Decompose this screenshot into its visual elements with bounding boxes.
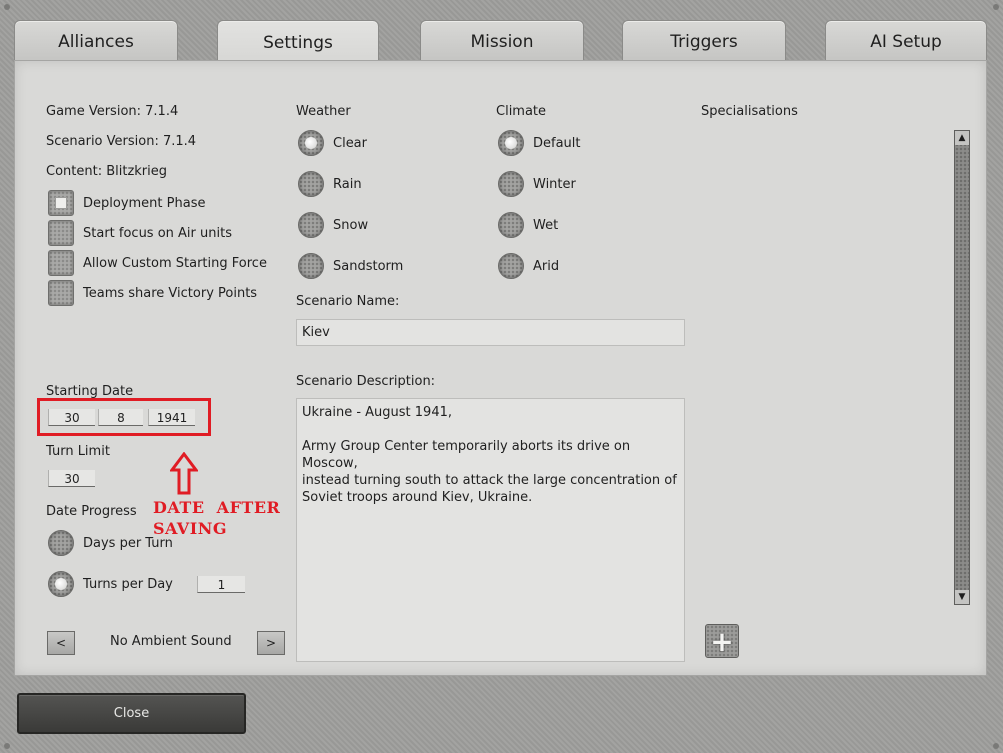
scenario-version-label: Scenario Version: 7.1.4 <box>46 134 197 149</box>
scenario-name-input[interactable]: Kiev <box>296 319 685 346</box>
tab-ai-setup[interactable]: AI Setup <box>825 20 987 63</box>
deployment-phase-label: Deployment Phase <box>83 196 206 211</box>
tab-alliances[interactable]: Alliances <box>14 20 178 63</box>
tab-triggers[interactable]: Triggers <box>622 20 786 63</box>
climate-winter-radio[interactable] <box>498 171 524 197</box>
turn-limit-field[interactable]: 30 <box>48 470 95 487</box>
up-arrow-icon <box>170 452 198 495</box>
content-label: Content: Blitzkrieg <box>46 164 168 179</box>
start-focus-air-checkbox[interactable] <box>48 220 74 246</box>
scroll-down-arrow-icon[interactable]: ▼ <box>955 590 969 604</box>
days-per-turn-radio[interactable] <box>48 530 74 556</box>
rivet <box>993 743 999 749</box>
add-specialisation-button[interactable]: + <box>705 624 739 658</box>
turns-per-day-field[interactable]: 1 <box>197 576 245 593</box>
rivet <box>993 4 999 10</box>
tab-settings[interactable]: Settings <box>217 20 379 65</box>
weather-rain-radio[interactable] <box>298 171 324 197</box>
radio-selected-dot <box>505 137 517 149</box>
scenario-name-label: Scenario Name: <box>296 294 400 309</box>
rivet <box>4 4 10 10</box>
ambient-next-button[interactable]: > <box>257 631 285 655</box>
scenario-description-textarea[interactable]: Ukraine - August 1941, Army Group Center… <box>296 398 685 662</box>
start-focus-air-label: Start focus on Air units <box>83 226 232 241</box>
weather-sandstorm-radio[interactable] <box>298 253 324 279</box>
specialisations-scrollbar[interactable]: ▲ ▼ <box>954 130 970 605</box>
weather-sandstorm-label: Sandstorm <box>333 259 404 274</box>
climate-arid-label: Arid <box>533 259 560 274</box>
weather-label: Weather <box>296 104 351 119</box>
climate-default-label: Default <box>533 136 581 151</box>
turns-per-day-label: Turns per Day <box>83 577 173 592</box>
climate-wet-label: Wet <box>533 218 559 233</box>
weather-snow-label: Snow <box>333 218 369 233</box>
climate-wet-radio[interactable] <box>498 212 524 238</box>
ambient-sound-label: No Ambient Sound <box>110 634 232 649</box>
plus-icon: + <box>710 624 734 658</box>
date-progress-label: Date Progress <box>46 504 137 519</box>
share-victory-points-checkbox[interactable] <box>48 280 74 306</box>
deployment-phase-checkbox[interactable] <box>48 190 74 216</box>
climate-default-radio[interactable] <box>498 130 524 156</box>
date-after-saving-annotation: DATE AFTER SAVING <box>153 498 281 538</box>
ambient-prev-button[interactable]: < <box>47 631 75 655</box>
share-victory-points-label: Teams share Victory Points <box>83 286 258 301</box>
close-button[interactable]: Close <box>17 693 246 734</box>
climate-label: Climate <box>496 104 547 119</box>
weather-snow-radio[interactable] <box>298 212 324 238</box>
weather-rain-label: Rain <box>333 177 362 192</box>
date-highlight-box <box>37 398 211 436</box>
days-per-turn-label: Days per Turn <box>83 536 173 551</box>
radio-selected-dot <box>305 137 317 149</box>
game-version-label: Game Version: 7.1.4 <box>46 104 179 119</box>
rivet <box>4 743 10 749</box>
custom-starting-force-checkbox[interactable] <box>48 250 74 276</box>
custom-starting-force-label: Allow Custom Starting Force <box>83 256 267 271</box>
turn-limit-label: Turn Limit <box>46 444 110 459</box>
specialisations-label: Specialisations <box>701 104 798 119</box>
starting-date-label: Starting Date <box>46 384 134 399</box>
tab-mission[interactable]: Mission <box>420 20 584 63</box>
weather-clear-label: Clear <box>333 136 367 151</box>
scenario-description-label: Scenario Description: <box>296 374 436 389</box>
turns-per-day-radio[interactable] <box>48 571 74 597</box>
radio-selected-dot <box>55 578 67 590</box>
scroll-up-arrow-icon[interactable]: ▲ <box>955 131 969 145</box>
climate-arid-radio[interactable] <box>498 253 524 279</box>
climate-winter-label: Winter <box>533 177 576 192</box>
check-mark <box>55 197 67 209</box>
weather-clear-radio[interactable] <box>298 130 324 156</box>
